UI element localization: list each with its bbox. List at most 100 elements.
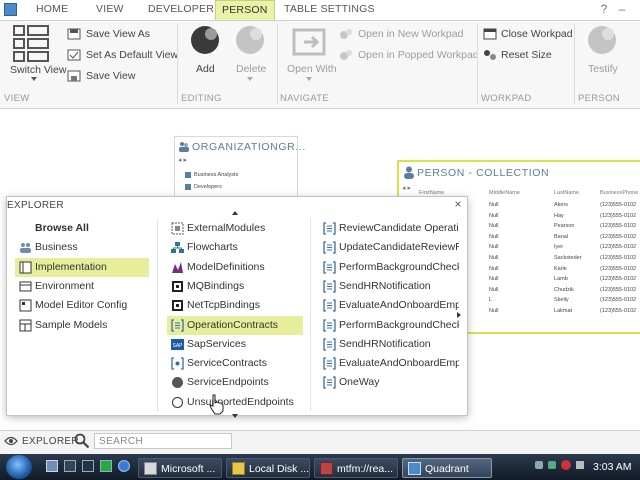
testify-icon[interactable] — [584, 24, 620, 65]
category-sample-models[interactable]: Sample Models — [15, 316, 149, 335]
chevron-down-icon — [306, 77, 312, 81]
operation-item[interactable]: EvaluateAndOnboardEmplo — [319, 296, 459, 315]
open-with-button[interactable]: Open With — [287, 63, 337, 75]
column-header[interactable]: BusinessPhone — [600, 190, 638, 196]
list-item-label: Environment — [35, 279, 94, 292]
table-cell: Skelly — [554, 297, 569, 304]
search-input[interactable]: SEARCH — [94, 433, 232, 449]
alert-icon[interactable] — [561, 460, 571, 470]
explorer-toggle-button[interactable]: EXPLORER — [22, 436, 79, 447]
quick-launch-icon[interactable] — [100, 460, 112, 472]
tab-table-settings[interactable]: TABLE SETTINGS — [284, 3, 375, 15]
add-icon[interactable] — [187, 24, 223, 65]
op-icon — [323, 376, 336, 390]
open-with-icon[interactable] — [290, 26, 330, 63]
delete-button[interactable]: Delete — [236, 63, 266, 75]
pager-icon[interactable]: ◂ ▸ — [178, 156, 187, 164]
show-desktop-icon[interactable] — [46, 460, 58, 472]
operation-item[interactable]: SendHRNotification — [319, 277, 459, 296]
list-item-label: ServiceContracts — [187, 357, 267, 370]
operation-item[interactable]: OneWay — [319, 373, 459, 392]
testify-button[interactable]: Testify — [588, 63, 618, 75]
contract-icon — [171, 318, 184, 332]
folder-nettcpbindings[interactable]: NetTcpBindings — [167, 296, 303, 315]
app-menu-icon[interactable] — [4, 3, 17, 16]
table-cell: Hay — [554, 212, 564, 219]
binding-icon — [171, 299, 184, 312]
table-cell: Pearson — [554, 223, 575, 230]
category-model-editor-config[interactable]: Model Editor Config — [15, 296, 149, 315]
op-icon — [323, 357, 336, 370]
switch-view-icon[interactable] — [10, 24, 56, 64]
folder-sapservices[interactable]: SAP SapServices — [167, 335, 303, 354]
quick-launch-icon[interactable] — [82, 460, 94, 472]
tray-icon[interactable] — [535, 461, 543, 469]
scroll-up-icon[interactable] — [232, 211, 238, 215]
switch-view-button[interactable]: Switch View — [10, 64, 66, 76]
folder-serviceendpoints[interactable]: ServiceEndpoints — [167, 373, 303, 392]
list-item-label: NetTcpBindings — [187, 299, 260, 312]
folder-flowcharts[interactable]: Flowcharts — [167, 238, 303, 257]
open-new-workpad-button[interactable]: Open in New Workpad — [358, 28, 463, 40]
folder-unsupportedendpoints[interactable]: UnsupportedEndpoints — [167, 393, 303, 412]
folder-mqbindings[interactable]: MQBindings — [167, 277, 303, 296]
group-icon — [178, 141, 190, 156]
operation-item[interactable]: EvaluateAndOnboardEmplo — [319, 354, 459, 373]
close-icon[interactable]: × — [452, 198, 464, 210]
tab-view[interactable]: VIEW — [96, 3, 124, 15]
list-item-label: Business — [35, 241, 78, 254]
network-icon[interactable] — [548, 461, 556, 469]
op-icon — [323, 338, 336, 351]
operation-item[interactable]: SendHRNotification — [319, 335, 459, 354]
ribbon-separator — [477, 24, 478, 104]
table-cell: Null — [489, 308, 499, 314]
minimize-icon[interactable]: – — [616, 3, 628, 15]
delete-icon[interactable] — [232, 24, 268, 65]
taskbar-item-quadrant[interactable]: Quadrant — [402, 458, 492, 478]
ribbon: HOME VIEW DEVELOPER PERSON TABLE SETTING… — [0, 0, 640, 109]
tab-home[interactable]: HOME — [36, 3, 68, 15]
help-icon[interactable]: ? — [598, 3, 610, 15]
taskbar-item-mtfm[interactable]: mtfm://rea... — [314, 458, 398, 478]
folder-operationcontracts[interactable]: OperationContracts — [167, 315, 303, 335]
category-browse-all[interactable]: Browse All — [15, 219, 149, 238]
close-workpad-button[interactable]: Close Workpad — [501, 28, 573, 40]
add-button[interactable]: Add — [196, 63, 215, 75]
operation-item[interactable]: UpdateCandidateReviewRes — [319, 238, 459, 257]
category-environment[interactable]: Environment — [15, 277, 149, 296]
column-header[interactable]: MiddleName — [489, 190, 520, 196]
folder-externalmodules[interactable]: ExternalModules — [167, 219, 303, 238]
tab-person[interactable]: PERSON — [215, 0, 275, 20]
folder-modeldefinitions[interactable]: ModelDefinitions — [167, 258, 303, 277]
scroll-down-icon[interactable] — [232, 414, 238, 418]
pager-icon[interactable]: ◂ ▸ — [402, 184, 411, 192]
table-cell: Null — [489, 223, 499, 230]
operation-item[interactable]: PerformBackgroundCheck — [319, 258, 459, 277]
start-button-icon[interactable] — [6, 455, 32, 479]
eye-icon[interactable] — [4, 435, 18, 450]
category-implementation[interactable]: Implementation — [15, 257, 149, 277]
tab-developer[interactable]: DEVELOPER — [148, 3, 214, 15]
operation-item[interactable]: PerformBackgroundCheck — [319, 316, 459, 335]
taskbar-item-local-disk[interactable]: Local Disk ... — [226, 458, 310, 478]
list-item[interactable]: Developers — [194, 184, 222, 190]
expand-right-icon[interactable] — [457, 312, 461, 318]
list-item[interactable]: Business Analysts — [194, 172, 238, 178]
save-view-as-button[interactable]: Save View As — [86, 28, 150, 40]
open-popped-workpad-button[interactable]: Open in Popped Workpad — [358, 49, 479, 61]
folder-servicecontracts[interactable]: ServiceContracts — [167, 354, 303, 373]
column-header[interactable]: LastName — [554, 190, 579, 196]
volume-icon[interactable] — [576, 461, 584, 469]
reset-size-button[interactable]: Reset Size — [501, 49, 552, 61]
explorer-popup: EXPLORER × Browse All Business Implementat… — [6, 196, 468, 418]
category-business[interactable]: Business — [15, 238, 149, 257]
list-item-label: Implementation — [35, 260, 107, 273]
browser-icon[interactable] — [118, 460, 130, 472]
taskbar-item-microsoft[interactable]: Microsoft ... — [138, 458, 222, 478]
save-icon — [67, 28, 81, 43]
list-item-label: PerformBackgroundCheck — [339, 318, 459, 331]
switch-windows-icon[interactable] — [64, 460, 76, 472]
operation-item[interactable]: ReviewCandidate Operation — [319, 219, 459, 238]
set-default-view-button[interactable]: Set As Default View — [86, 49, 178, 61]
save-view-button[interactable]: Save View — [86, 70, 135, 82]
